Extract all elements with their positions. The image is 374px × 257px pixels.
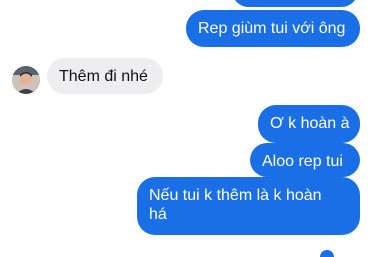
- message-outgoing[interactable]: Ơ k hoàn à: [258, 105, 360, 143]
- contact-avatar[interactable]: [12, 66, 40, 94]
- message-outgoing[interactable]: Rep giùm tui với ông: [186, 10, 360, 47]
- message-text: Ơ k hoàn à: [270, 115, 350, 132]
- chat-thread: Rep giùm tui với ông Thêm đi nhé Ơ k hoà…: [0, 0, 374, 257]
- message-outgoing-partial[interactable]: [232, 0, 358, 7]
- message-text: Rep giùm tui với ông: [198, 20, 346, 37]
- message-text: Aloo rep tui: [262, 153, 343, 170]
- message-outgoing[interactable]: Aloo rep tui: [250, 143, 360, 177]
- message-text: Thêm đi nhé: [59, 68, 148, 85]
- message-text-line: Nếu tui k thêm là k hoàn: [149, 187, 322, 204]
- message-text-line: há: [149, 206, 167, 223]
- message-incoming[interactable]: Thêm đi nhé: [47, 58, 163, 94]
- seen-indicator-icon: [320, 250, 334, 257]
- message-outgoing[interactable]: Nếu tui k thêm là k hoàn há: [137, 177, 360, 235]
